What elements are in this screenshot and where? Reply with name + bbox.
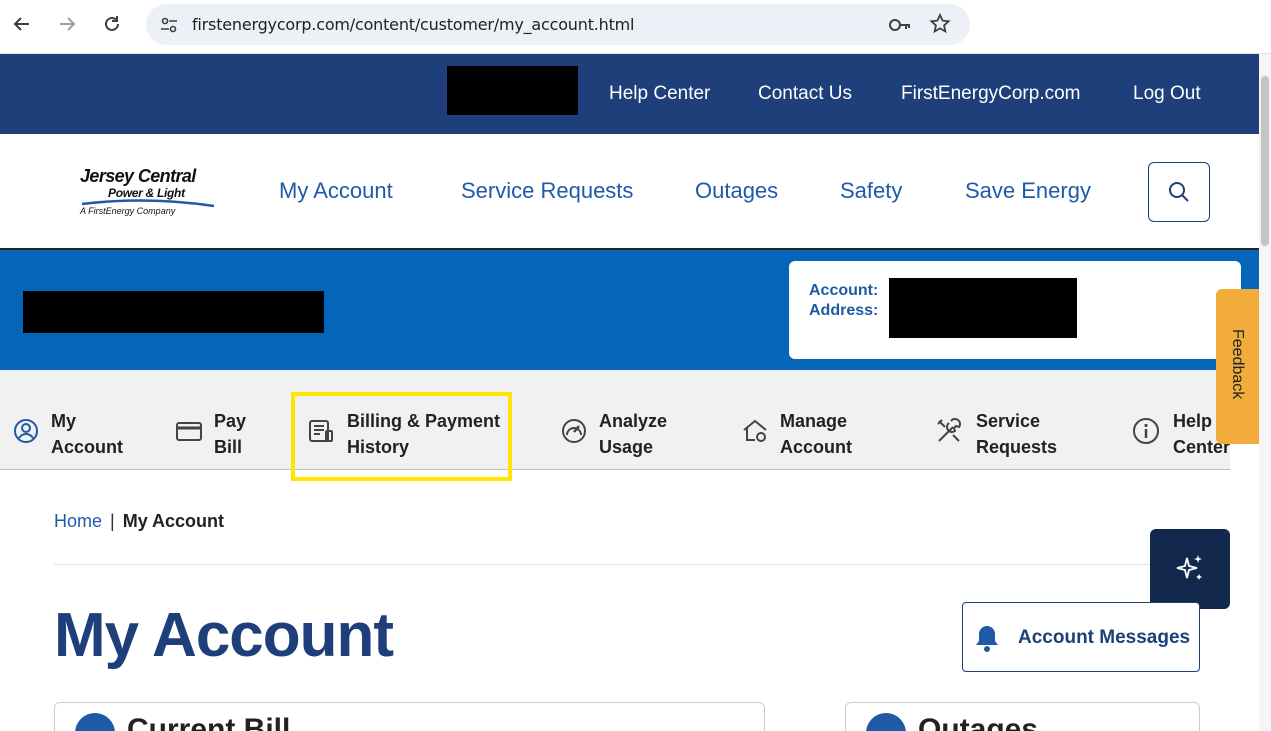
log-out-link[interactable]: Log Out — [1133, 83, 1201, 105]
back-icon[interactable] — [8, 10, 36, 38]
subnav-manage-account[interactable]: Manage Account — [741, 370, 891, 470]
tools-icon — [937, 418, 961, 442]
account-messages-button[interactable]: Account Messages — [962, 602, 1200, 672]
bookmark-star-icon[interactable] — [928, 12, 952, 36]
outages-card: Outages — [845, 702, 1200, 731]
password-key-icon[interactable] — [888, 14, 912, 36]
account-subnav: My Account Pay Bill Billing & Payment Hi… — [0, 370, 1230, 470]
utility-bar: Help Center Contact Us FirstEnergyCorp.c… — [0, 54, 1259, 134]
address-bar[interactable]: firstenergycorp.com/content/customer/my_… — [146, 4, 970, 45]
page: firstenergycorp.com/content/customer/my_… — [0, 0, 1271, 731]
redacted-block — [447, 66, 578, 115]
account-info-card: Account: Address: — [789, 261, 1241, 359]
home-gear-icon — [743, 419, 767, 442]
highlight-box — [291, 392, 512, 481]
breadcrumb: Home | My Account — [54, 511, 224, 532]
jcpl-logo[interactable]: Jersey Central Power & Light A FirstEner… — [78, 166, 228, 222]
breadcrumb-separator: | — [110, 511, 115, 531]
logo-line1: Jersey Central — [80, 166, 196, 186]
nav-outages[interactable]: Outages — [695, 178, 778, 204]
search-icon — [1169, 182, 1189, 202]
main-nav: Jersey Central Power & Light A FirstEner… — [0, 134, 1259, 250]
current-bill-title: Current Bill — [127, 713, 291, 731]
breadcrumb-home[interactable]: Home — [54, 511, 102, 531]
nav-safety[interactable]: Safety — [840, 178, 902, 204]
site-settings-icon[interactable] — [158, 14, 180, 36]
logo-line3: A FirstEnergy Company — [80, 206, 176, 216]
subnav-label-line2: Account — [780, 437, 852, 457]
firstenergycorp-link[interactable]: FirstEnergyCorp.com — [901, 83, 1081, 105]
subnav-label-line1: My — [51, 411, 77, 431]
gauge-icon — [562, 419, 586, 443]
feedback-tab[interactable]: Feedback — [1216, 289, 1259, 444]
bill-icon — [75, 713, 115, 731]
info-icon — [1133, 418, 1159, 444]
search-button[interactable] — [1148, 162, 1210, 222]
outage-icon — [866, 713, 906, 731]
account-label: Account: — [809, 282, 879, 299]
subnav-analyze-usage[interactable]: Analyze Usage — [560, 370, 700, 470]
credit-card-icon — [176, 422, 202, 441]
ai-assistant-button[interactable] — [1150, 529, 1230, 609]
page-title: My Account — [54, 601, 394, 670]
subnav-label-line2: Usage — [599, 437, 654, 457]
current-bill-card: Current Bill — [54, 702, 765, 731]
redacted-customer-name — [23, 291, 324, 333]
scroll-thumb[interactable] — [1261, 76, 1269, 246]
subnav-label-line2: Requests — [976, 437, 1058, 457]
subnav-label-line1: Help — [1173, 411, 1213, 431]
subnav-label-line1: Manage — [780, 411, 848, 431]
browser-toolbar: firstenergycorp.com/content/customer/my_… — [0, 0, 1271, 54]
account-messages-label: Account Messages — [1018, 627, 1191, 648]
subnav-pay-bill[interactable]: Pay Bill — [175, 370, 275, 470]
nav-save-energy[interactable]: Save Energy — [965, 178, 1091, 204]
redacted-account-details — [889, 278, 1077, 338]
subnav-service-requests[interactable]: Service Requests — [935, 370, 1085, 470]
breadcrumb-current: My Account — [122, 511, 225, 531]
content-divider — [54, 564, 1200, 565]
subnav-label-line1: Service — [976, 411, 1041, 431]
subnav-my-account[interactable]: My Account — [10, 370, 140, 470]
forward-icon[interactable] — [53, 10, 81, 38]
nav-my-account[interactable]: My Account — [279, 178, 393, 204]
nav-service-requests[interactable]: Service Requests — [461, 178, 633, 204]
feedback-label: Feedback — [1229, 329, 1246, 400]
subnav-label-line1: Pay — [214, 411, 247, 431]
page-scrollbar[interactable] — [1259, 54, 1271, 731]
subnav-label-line2: Account — [51, 437, 123, 457]
subnav-label-line2: Bill — [214, 437, 243, 457]
contact-us-link[interactable]: Contact Us — [758, 83, 852, 105]
bell-icon — [976, 626, 998, 652]
outages-title: Outages — [918, 713, 1039, 731]
user-circle-icon — [14, 419, 38, 443]
reload-icon[interactable] — [98, 10, 126, 38]
address-label: Address: — [809, 302, 879, 319]
subnav-label-line1: Analyze — [599, 411, 668, 431]
sparkle-icon — [1176, 555, 1202, 580]
help-center-link[interactable]: Help Center — [609, 83, 710, 105]
account-banner: Account: Address: — [0, 250, 1259, 370]
url-text: firstenergycorp.com/content/customer/my_… — [192, 15, 635, 34]
